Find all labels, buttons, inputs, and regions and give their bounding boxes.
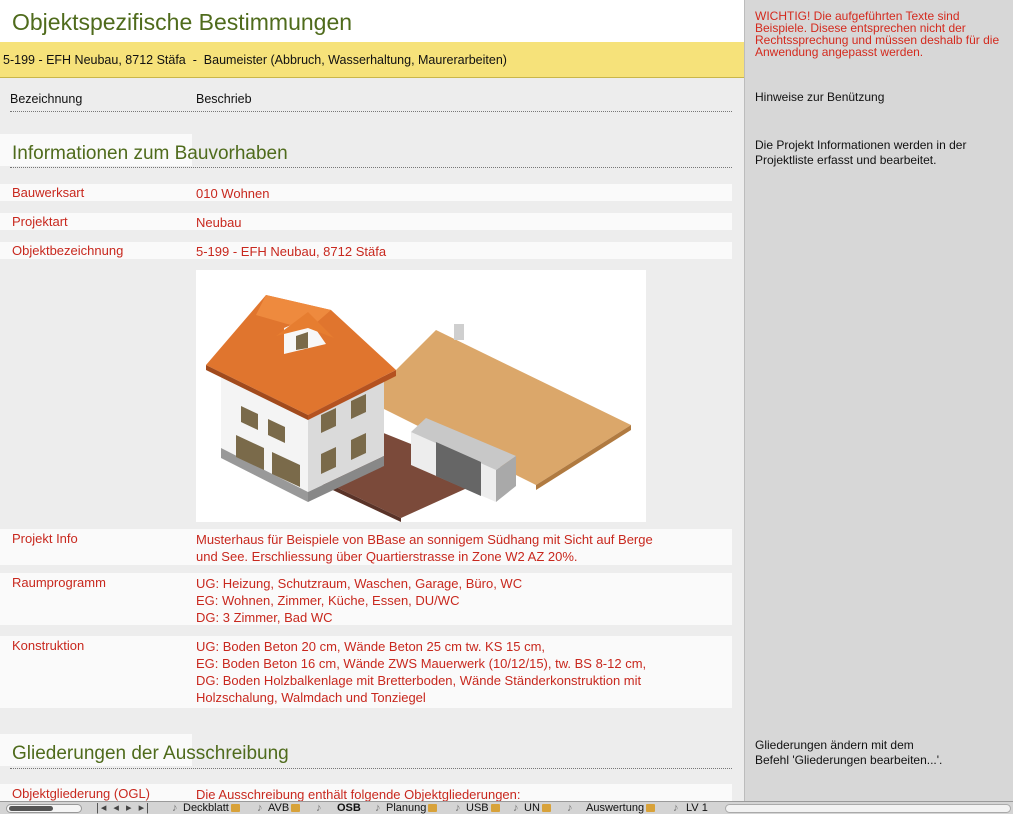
label-bauwerksart: Bauwerksart <box>12 185 85 200</box>
value-konstruktion[interactable]: UG: Boden Beton 20 cm, Wände Beton 25 cm… <box>196 638 646 706</box>
lock-icon <box>230 804 240 812</box>
tab-separator: ♪ <box>375 802 381 814</box>
value-objektgliederung[interactable]: Die Ausschreibung enthält folgende Objek… <box>196 786 521 801</box>
tab-separator: ♪ <box>257 802 263 814</box>
usage-heading: Hinweise zur Benützung <box>755 90 885 104</box>
lock-icon <box>291 804 301 812</box>
tab-separator: ♪ <box>513 802 519 814</box>
page-title: Objektspezifische Bestimmungen <box>12 9 353 35</box>
tab-label: UN <box>524 802 540 814</box>
lock-icon <box>490 804 500 812</box>
project-line: 5-199 - EFH Neubau, 8712 Stäfa - Baumeis… <box>3 53 507 67</box>
divider <box>10 111 732 112</box>
sheet-tab-bar: |◂ ◂ ▸ ▸| ♪ Deckblatt ♪ AVB ♪ OSB ♪ Plan… <box>0 801 1013 814</box>
konstruktion-line: DG: Boden Holzbalkenlage mit Bretterbode… <box>196 673 642 688</box>
tab-un[interactable]: UN <box>521 802 554 814</box>
label-objektgliederung: Objektgliederung (OGL) <box>12 786 151 801</box>
projekt-info-line: Musterhaus für Beispiele von BBase an so… <box>196 532 653 547</box>
tab-osb[interactable]: OSB <box>334 802 364 814</box>
tab-separator: ♪ <box>673 802 679 814</box>
label-raumprogramm: Raumprogramm <box>12 575 106 590</box>
tab-separator: ♪ <box>172 802 178 814</box>
tab-lv1[interactable]: LV 1 <box>683 802 711 814</box>
label-projekt-info: Projekt Info <box>12 531 78 546</box>
label-projektart: Projektart <box>12 214 68 229</box>
column-header-description: Beschrieb <box>196 92 252 106</box>
section-title-gliederungen: Gliederungen der Ausschreibung <box>12 743 289 764</box>
value-projekt-info[interactable]: Musterhaus für Beispiele von BBase an so… <box>196 531 653 565</box>
tab-separator: ♪ <box>567 802 573 814</box>
horizontal-scrollbar[interactable] <box>725 804 1011 813</box>
chimney <box>454 324 464 340</box>
project-info-note: Die Projekt Informationen werden in der … <box>755 138 967 167</box>
lock-icon <box>646 804 656 812</box>
house-image <box>196 270 646 522</box>
warning-note: WICHTIG! Die aufgeführten Texte sind Bei… <box>755 9 1000 59</box>
value-bauwerksart[interactable]: 010 Wohnen <box>196 185 270 202</box>
sheet-navigation-arrows[interactable]: |◂ ◂ ▸ ▸| <box>96 802 151 814</box>
divider <box>10 167 732 168</box>
hint-panel: WICHTIG! Die aufgeführten Texte sind Bei… <box>744 0 1013 801</box>
lock-icon <box>428 804 438 812</box>
konstruktion-line: EG: Boden Beton 16 cm, Wände ZWS Mauerwe… <box>196 656 647 671</box>
lock-icon <box>541 804 551 812</box>
label-konstruktion: Konstruktion <box>12 638 85 653</box>
value-raumprogramm[interactable]: UG: Heizung, Schutzraum, Waschen, Garage… <box>196 575 522 626</box>
raumprogramm-line: EG: Wohnen, Zimmer, Küche, Essen, DU/WC <box>196 593 460 608</box>
value-projektart[interactable]: Neubau <box>196 214 242 231</box>
tab-separator: ♪ <box>316 802 322 814</box>
konstruktion-line: UG: Boden Beton 20 cm, Wände Beton 25 cm… <box>196 639 546 654</box>
tab-usb[interactable]: USB <box>463 802 503 814</box>
tab-separator: ♪ <box>455 802 461 814</box>
gliederung-note-2: Befehl 'Gliederungen bearbeiten...'. <box>755 753 943 767</box>
tab-planung[interactable]: Planung <box>383 802 440 814</box>
project-bar: 5-199 - EFH Neubau, 8712 Stäfa - Baumeis… <box>0 42 744 78</box>
tab-label: Auswertung <box>586 802 645 814</box>
row-bauwerksart[interactable] <box>0 184 732 201</box>
tab-auswertung[interactable]: Auswertung <box>583 802 658 814</box>
section-title-bauvorhaben: Informationen zum Bauvorhaben <box>12 143 288 164</box>
tab-label: Deckblatt <box>183 802 229 814</box>
tab-label: USB <box>466 802 489 814</box>
title-bar: Objektspezifische Bestimmungen <box>0 0 744 42</box>
tab-label: AVB <box>268 802 290 814</box>
label-objektbezeichnung: Objektbezeichnung <box>12 243 124 258</box>
raumprogramm-line: UG: Heizung, Schutzraum, Waschen, Garage… <box>196 576 523 591</box>
gliederung-note-1: Gliederungen ändern mit dem <box>755 738 914 752</box>
house-illustration <box>206 295 631 522</box>
row-projektart[interactable] <box>0 213 732 230</box>
raumprogramm-line: DG: 3 Zimmer, Bad WC <box>196 610 333 625</box>
tab-deckblatt[interactable]: Deckblatt <box>180 802 243 814</box>
column-header-label: Bezeichnung <box>10 92 83 106</box>
tab-label: OSB <box>337 802 361 814</box>
divider <box>10 768 732 769</box>
document-area: Objektspezifische Bestimmungen 5-199 - E… <box>0 0 744 801</box>
konstruktion-line: Holzschalung, Walmdach und Tonziegel <box>196 690 426 705</box>
zoom-slider-thumb[interactable] <box>9 806 53 811</box>
tab-avb[interactable]: AVB <box>265 802 303 814</box>
tab-label: Planung <box>386 802 427 814</box>
value-objektbezeichnung[interactable]: 5-199 - EFH Neubau, 8712 Stäfa <box>196 243 386 260</box>
tab-label: LV 1 <box>686 802 708 814</box>
zoom-slider[interactable] <box>6 804 82 813</box>
projekt-info-line: und See. Erschliessung über Quartierstra… <box>196 549 578 564</box>
